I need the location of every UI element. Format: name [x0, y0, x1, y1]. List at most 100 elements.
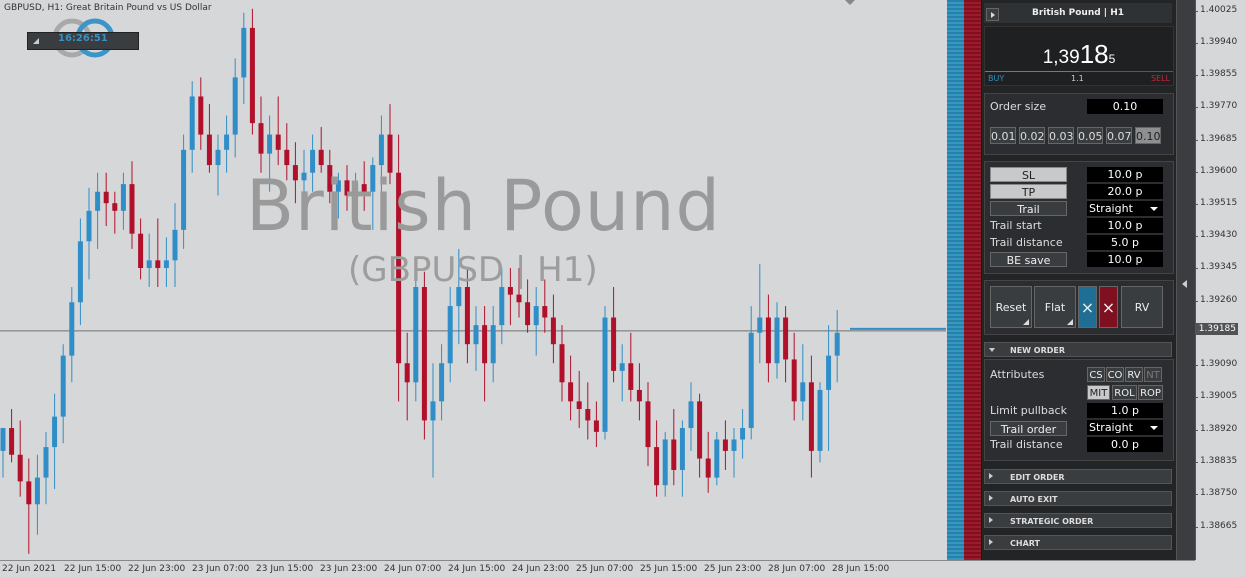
- attr-rop[interactable]: ROP: [1138, 385, 1163, 400]
- time-tick-label: 22 Jun 23:00: [128, 564, 186, 574]
- trail-start-input[interactable]: 10.0 p: [1087, 218, 1163, 233]
- candle-body: [103, 191, 109, 204]
- tp-input[interactable]: 20.0 p: [1087, 184, 1163, 199]
- trail-mode-dropdown-icon[interactable]: [1150, 207, 1158, 211]
- attr-mit[interactable]: MIT: [1087, 385, 1110, 400]
- price-tick-label: 1.40025: [1194, 5, 1238, 15]
- candle-body: [52, 416, 58, 448]
- candle-body: [525, 302, 531, 326]
- chart-shift-marker-icon[interactable]: [845, 0, 855, 5]
- candle-body: [26, 481, 32, 505]
- close-buy-button[interactable]: ×: [1078, 286, 1097, 328]
- limit-pullback-input[interactable]: 1.0 p: [1087, 403, 1163, 418]
- trail-button[interactable]: Trail: [990, 201, 1067, 216]
- candle: [679, 420, 685, 497]
- clock-toggle-icon[interactable]: [33, 38, 39, 44]
- candle: [722, 420, 728, 470]
- sell-label[interactable]: SELL: [1151, 74, 1170, 83]
- panel-toggle-icon[interactable]: [1182, 280, 1187, 288]
- candle-body: [602, 317, 608, 432]
- candle: [559, 325, 565, 402]
- candle: [585, 382, 591, 440]
- flat-button[interactable]: Flat: [1034, 286, 1076, 328]
- lot-button-0.05[interactable]: 0.05: [1077, 127, 1103, 144]
- candle-body: [275, 134, 281, 150]
- be-save-input[interactable]: 10.0 p: [1087, 252, 1163, 267]
- candle: [628, 332, 634, 402]
- be-save-button[interactable]: BE save: [990, 252, 1067, 267]
- trail-order-dropdown-icon[interactable]: [1150, 426, 1158, 430]
- chart-area[interactable]: GBPUSD, H1: Great Britain Pound vs US Do…: [0, 0, 946, 560]
- sl-input[interactable]: 10.0 p: [1087, 167, 1163, 182]
- time-tick-label: 25 Jun 15:00: [640, 564, 698, 574]
- buy-label[interactable]: BUY: [988, 74, 1004, 83]
- candle: [636, 363, 642, 421]
- price-axis[interactable]: 1.40025 1.39940 1.39855 1.39770 1.39685 1.396…: [1194, 0, 1245, 560]
- time-axis[interactable]: 22 Jun 2021 22 Jun 15:00 22 Jun 23:00 23 Ju…: [0, 560, 1195, 577]
- candle: [249, 8, 255, 135]
- candle: [550, 294, 556, 364]
- candle-body: [258, 123, 264, 154]
- expand-arrow-icon: [989, 517, 993, 523]
- lot-button-0.01[interactable]: 0.01: [990, 127, 1016, 144]
- trail-order-button[interactable]: Trail order: [990, 421, 1067, 436]
- order-size-input[interactable]: 0.10: [1087, 99, 1163, 114]
- lot-button-0.10[interactable]: 0.10: [1135, 127, 1161, 144]
- attr-rol[interactable]: ROL: [1112, 385, 1137, 400]
- attr-co[interactable]: CO: [1106, 367, 1124, 382]
- time-tick-label: 25 Jun 23:00: [704, 564, 762, 574]
- reset-button[interactable]: Reset: [990, 286, 1032, 328]
- candle: [714, 431, 720, 486]
- chart-section-header[interactable]: CHART: [984, 535, 1172, 550]
- candle-body: [232, 77, 238, 135]
- candle-body: [757, 317, 763, 333]
- trail-distance2-input[interactable]: 0.0 p: [1087, 437, 1163, 452]
- edit-order-header[interactable]: EDIT ORDER: [984, 469, 1172, 484]
- attr-rv[interactable]: RV: [1125, 367, 1143, 382]
- candle: [765, 294, 771, 383]
- candle-body: [439, 363, 445, 402]
- attr-cs[interactable]: CS: [1087, 367, 1105, 382]
- rv-button[interactable]: RV: [1121, 286, 1163, 328]
- candle-body: [129, 184, 135, 234]
- candle: [757, 264, 763, 364]
- auto-exit-header[interactable]: AUTO EXIT: [984, 491, 1172, 506]
- price-main: 1,39: [1042, 47, 1080, 68]
- candle: [705, 431, 711, 493]
- candle: [69, 287, 75, 383]
- price-tick-label: 1.39770: [1194, 101, 1238, 111]
- strategic-order-header[interactable]: STRATEGIC ORDER: [984, 513, 1172, 528]
- new-order-header[interactable]: NEW ORDER: [984, 342, 1172, 357]
- candle: [654, 420, 660, 497]
- flat-menu-icon[interactable]: [1067, 319, 1073, 325]
- attr-nt[interactable]: NT: [1144, 367, 1162, 382]
- edit-order-title: EDIT ORDER: [1010, 473, 1065, 482]
- time-tick-label: 22 Jun 2021: [2, 564, 57, 574]
- candle: [26, 458, 32, 554]
- candle: [9, 408, 15, 463]
- reset-menu-icon[interactable]: [1023, 319, 1029, 325]
- candle: [473, 306, 479, 371]
- candle: [189, 81, 195, 173]
- sl-button[interactable]: SL: [990, 167, 1067, 182]
- panel-header: British Pound | H1: [984, 3, 1172, 23]
- time-tick-label: 23 Jun 15:00: [256, 564, 314, 574]
- tp-button[interactable]: TP: [990, 184, 1067, 199]
- trail-distance-input[interactable]: 5.0 p: [1087, 235, 1163, 250]
- candle-body: [783, 317, 789, 360]
- candle-body: [86, 210, 92, 242]
- lot-button-0.03[interactable]: 0.03: [1048, 127, 1074, 144]
- candle: [662, 431, 668, 497]
- lot-button-0.02[interactable]: 0.02: [1019, 127, 1045, 144]
- lot-button-0.07[interactable]: 0.07: [1106, 127, 1132, 144]
- candle: [671, 408, 677, 486]
- expand-arrow-icon: [989, 539, 993, 545]
- time-tick-label: 28 Jun 07:00: [768, 564, 826, 574]
- auto-exit-title: AUTO EXIT: [1010, 495, 1058, 504]
- candle: [817, 382, 823, 463]
- panel-collapse-icon[interactable]: [986, 8, 999, 21]
- candle-body: [748, 332, 754, 429]
- close-sell-button[interactable]: ×: [1099, 286, 1118, 328]
- candle-body: [619, 363, 625, 371]
- candle-body: [43, 447, 49, 478]
